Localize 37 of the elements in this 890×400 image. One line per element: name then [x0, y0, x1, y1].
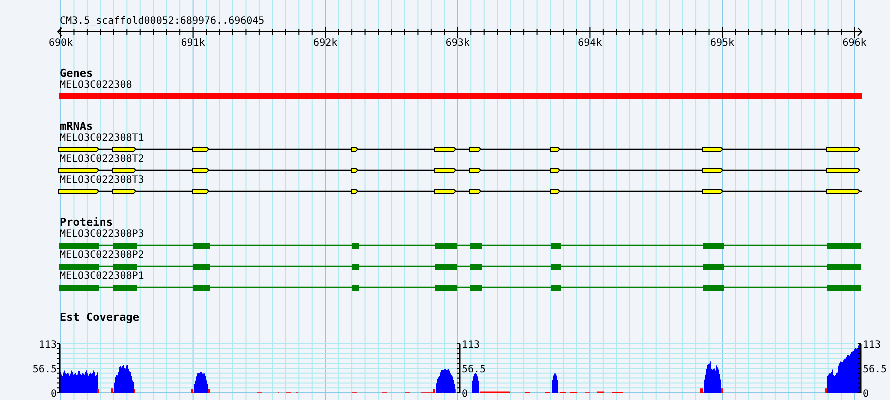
tick-label: 693k [446, 38, 470, 48]
protein-glyph[interactable] [59, 285, 861, 291]
feature-label: MELO3C022308T2 [60, 154, 144, 166]
track-title: Proteins [60, 217, 113, 229]
feature-label: MELO3C022308T3 [60, 175, 144, 187]
protein-glyph[interactable] [59, 243, 861, 249]
track-title: Est Coverage [60, 312, 140, 324]
tick-label: 692k [314, 38, 338, 48]
feature-label: MELO3C022308P2 [60, 250, 144, 262]
y-axis [858, 344, 862, 394]
transcript-glyph[interactable] [58, 147, 861, 152]
protein-glyph[interactable] [59, 264, 861, 270]
tick-label: 690k [48, 38, 74, 48]
tick-label: 696k [842, 38, 867, 48]
region-label: CM3.5_scaffold00052:689976..696045 [60, 16, 265, 27]
axis-label: 56.5 [32, 364, 57, 376]
axis-label: 113 [462, 340, 480, 351]
axis-label: 113 [38, 340, 57, 351]
feature-label: MELO3C022308P1 [60, 271, 144, 283]
y-axis [56, 344, 61, 394]
tick-label: 691k [181, 38, 206, 48]
axis-label: 113 [863, 340, 882, 351]
axis-label: 0 [462, 389, 468, 398]
feature-label: MELO3C022308T1 [60, 133, 144, 145]
axis-label: 0 [863, 389, 870, 398]
tick-label: 695k [710, 38, 735, 48]
axis-label: 0 [50, 389, 57, 398]
feature-label: MELO3C022308 [60, 80, 132, 92]
track-title: Genes [60, 68, 94, 80]
transcript-glyph[interactable] [58, 189, 862, 194]
tick-label: 694k [578, 38, 602, 48]
axis-label: 56.5 [462, 364, 486, 376]
transcript-glyph[interactable] [58, 168, 861, 173]
feature-label: MELO3C022308P3 [60, 229, 144, 241]
y-axis [456, 344, 461, 394]
track-title: mRNAs [60, 121, 94, 133]
axis-label: 56.5 [863, 364, 888, 376]
